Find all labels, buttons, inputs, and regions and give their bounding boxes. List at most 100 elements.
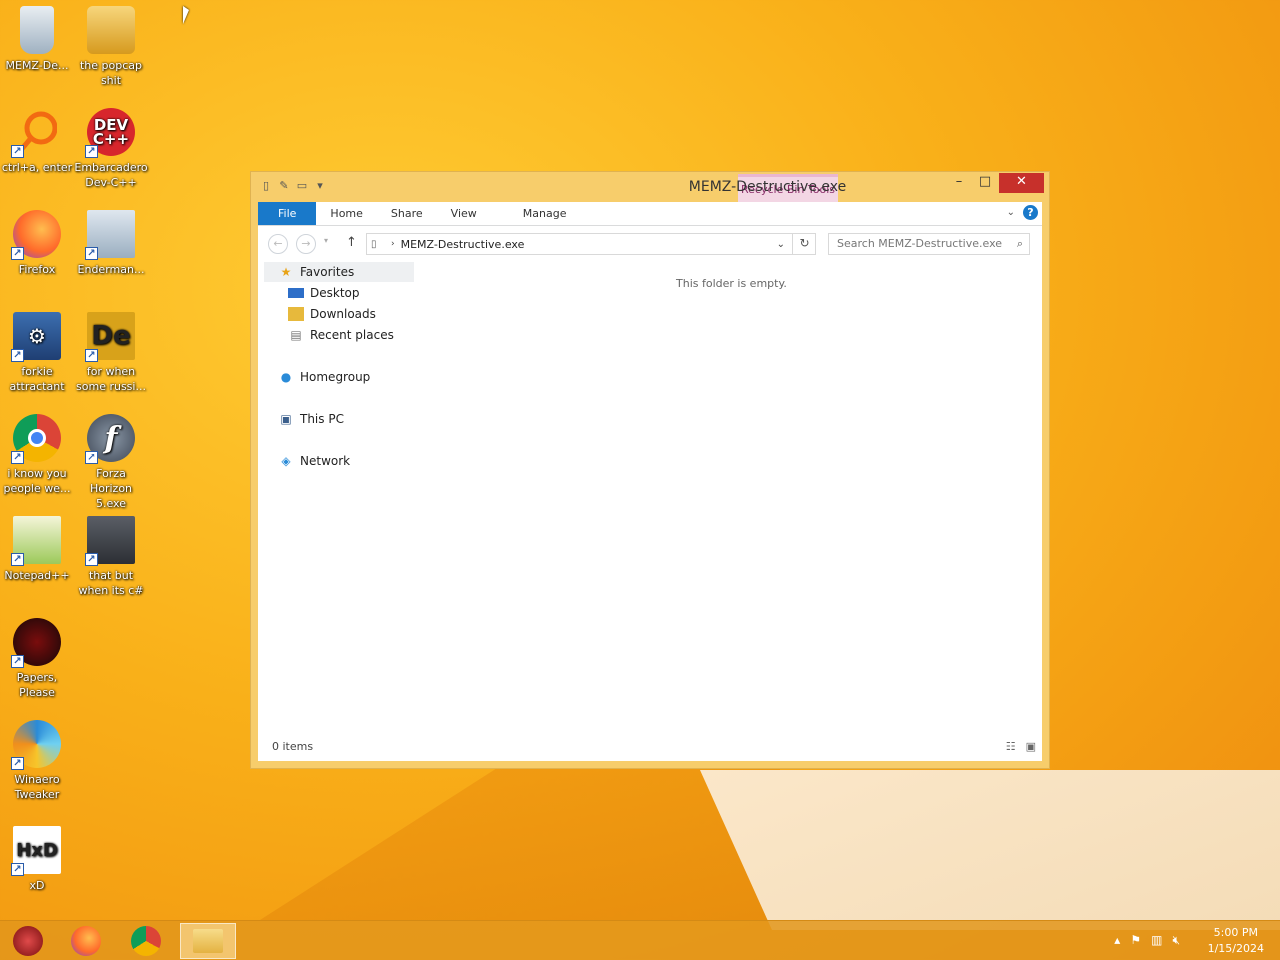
desktop-icon-popcap[interactable]: the popcap shit (74, 6, 148, 88)
maximize-button[interactable]: □ (971, 173, 999, 193)
search-icon[interactable]: ⌕ (1017, 234, 1023, 254)
nav-downloads-label: Downloads (310, 307, 376, 321)
desktop-icon-label: Enderman... (77, 263, 145, 276)
breadcrumb-separator-icon[interactable]: › (391, 239, 395, 249)
shortcut-arrow-icon: ↗ (11, 145, 24, 158)
computer-icon: ▣ (280, 412, 292, 426)
address-dropdown-icon[interactable]: ⌄ (777, 239, 785, 250)
desktop-icon-notepadpp[interactable]: ↗ Notepad++ (0, 516, 74, 583)
firefox-icon: ↗ (11, 210, 61, 260)
shortcut-arrow-icon: ↗ (85, 349, 98, 362)
shortcut-arrow-icon: ↗ (85, 145, 98, 158)
dev-cpp-icon: DEV C++ ↗ (85, 108, 135, 158)
explorer-window[interactable]: ▯ ✎ ▭ ▾ Recycle Bin Tools MEMZ-Destructi… (250, 171, 1050, 769)
shortcut-arrow-icon: ↗ (11, 247, 24, 260)
tab-home[interactable]: Home (316, 202, 376, 225)
nav-favorites[interactable]: ★ Favorites (264, 262, 414, 282)
show-hidden-icons-icon[interactable]: ▴ (1114, 933, 1120, 948)
back-button[interactable]: ← (268, 234, 288, 254)
control-panel-icon: ⚙ ↗ (11, 312, 61, 362)
nav-homegroup[interactable]: ● Homegroup (278, 367, 371, 387)
desktop-icon-label: Winaero Tweaker (14, 773, 60, 801)
search-input[interactable]: Search MEMZ-Destructive.exe ⌕ (828, 233, 1030, 255)
desktop-icon-forza[interactable]: f ↗ Forza Horizon 5.exe (74, 414, 148, 511)
minimize-button[interactable]: – (945, 173, 973, 193)
nav-favorites-label: Favorites (300, 265, 355, 279)
recycle-bin-icon (20, 6, 54, 54)
desktop-icon-label: i know you people we... (3, 467, 71, 495)
help-icon[interactable]: ? (1023, 205, 1038, 220)
volume-muted-icon[interactable]: 🔇︎ (1172, 933, 1180, 948)
navigation-bar: ← → ▾ ↑ ▯ › MEMZ-Destructive.exe ⌄ ↻ Sea… (258, 226, 1042, 262)
desktop-icon-chrome[interactable]: ↗ i know you people we... (0, 414, 74, 496)
desktop-icon-firefox[interactable]: ↗ Firefox (0, 210, 74, 277)
shortcut-arrow-icon: ↗ (85, 451, 98, 464)
shortcut-arrow-icon: ↗ (11, 863, 24, 876)
clock-time: 5:00 PM (1213, 926, 1258, 939)
expand-ribbon-icon[interactable]: ⌄ (1007, 207, 1015, 218)
desktop-icon-label: Notepad++ (4, 569, 70, 582)
nav-recent-label: Recent places (310, 328, 394, 342)
ribbon-right-controls: ⌄ ? (1007, 205, 1038, 220)
desktop-icon-label: Forza Horizon 5.exe (89, 467, 133, 510)
notepadpp-icon: ↗ (11, 516, 61, 566)
nav-this-pc-label: This PC (300, 412, 344, 426)
chrome-icon: ↗ (11, 414, 61, 464)
taskbar-file-explorer[interactable] (180, 923, 236, 959)
shortcut-arrow-icon: ↗ (11, 757, 24, 770)
taskbar-clock[interactable]: 5:00 PM 1/15/2024 (1208, 925, 1264, 957)
refresh-button[interactable]: ↻ (792, 233, 816, 255)
de-app-icon: De ↗ (85, 312, 135, 362)
tab-manage[interactable]: Manage (509, 202, 581, 225)
desktop-icon-xd[interactable]: HxD ↗ xD (0, 826, 74, 893)
desktop-icon-winaero[interactable]: ↗ Winaero Tweaker (0, 720, 74, 802)
forward-button[interactable]: → (296, 234, 316, 254)
desktop-icon-dev-cpp[interactable]: DEV C++ ↗ Embarcadero Dev-C++ (74, 108, 148, 190)
dev-cpp-icon-text: DEV C++ (92, 116, 130, 148)
desktop-icon-ctrl-a-enter[interactable]: ↗ ctrl+a, enter (0, 108, 74, 175)
tab-view[interactable]: View (437, 202, 491, 225)
tab-share[interactable]: Share (377, 202, 437, 225)
window-title: MEMZ-Destructive.exe (688, 179, 847, 195)
title-bar[interactable]: ▯ ✎ ▭ ▾ Recycle Bin Tools MEMZ-Destructi… (251, 172, 1049, 202)
desktop-icon-csharp[interactable]: ↗ that but when its c# (74, 516, 148, 598)
desktop-icon-papers-please[interactable]: ↗ Papers, Please (0, 618, 74, 700)
nav-desktop-label: Desktop (310, 286, 360, 300)
shortcut-arrow-icon: ↗ (85, 247, 98, 260)
nav-network[interactable]: ◈ Network (278, 451, 350, 471)
desktop-icon-label: Papers, Please (16, 671, 58, 699)
star-icon: ★ (280, 265, 292, 279)
de-app-icon-text: De (91, 320, 131, 351)
taskbar-memz-app[interactable] (0, 923, 56, 959)
tab-file[interactable]: File (258, 202, 317, 225)
desktop-icon-russia[interactable]: De ↗ for when some russi... (74, 312, 148, 394)
taskbar-chrome[interactable] (118, 923, 174, 959)
desktop-icon-recycle-bin[interactable]: MEMZ-De... (0, 6, 74, 73)
nav-this-pc[interactable]: ▣ This PC (278, 409, 344, 429)
nav-network-label: Network (300, 454, 351, 468)
address-bar[interactable]: ▯ › MEMZ-Destructive.exe ⌄ (366, 233, 816, 255)
nav-desktop[interactable]: Desktop (288, 283, 360, 303)
winaero-icon: ↗ (11, 720, 61, 770)
desktop-icon-label: the popcap shit (79, 59, 142, 87)
chrome-center-icon (28, 429, 46, 447)
taskbar: ▴ ⚑ ▥ 🔇︎ 5:00 PM 1/15/2024 (0, 920, 1280, 960)
desktop-icon-forkie[interactable]: ⚙ ↗ forkie attractant (0, 312, 74, 394)
view-buttons: ☷ ▣ (1006, 740, 1036, 753)
status-item-count: 0 items (272, 740, 314, 753)
system-tray: ▴ ⚑ ▥ 🔇︎ (1114, 933, 1180, 948)
network-tray-icon[interactable]: ▥ (1151, 933, 1162, 948)
recent-locations-icon[interactable]: ▾ (324, 236, 328, 245)
action-center-flag-icon[interactable]: ⚑ (1130, 933, 1141, 948)
taskbar-firefox[interactable] (58, 923, 114, 959)
nav-downloads[interactable]: Downloads (288, 304, 376, 324)
address-text: MEMZ-Destructive.exe (400, 237, 525, 251)
details-view-icon[interactable]: ☷ (1006, 740, 1016, 753)
close-button[interactable]: ✕ (999, 173, 1044, 193)
nav-recent-places[interactable]: ▤ Recent places (288, 325, 394, 345)
gear-icon: ⚙ (28, 323, 46, 348)
up-button[interactable]: ↑ (346, 235, 357, 250)
large-icons-view-icon[interactable]: ▣ (1026, 740, 1036, 753)
window-app-icon: ↗ (85, 210, 135, 260)
desktop-icon-enderman[interactable]: ↗ Enderman... (74, 210, 148, 277)
